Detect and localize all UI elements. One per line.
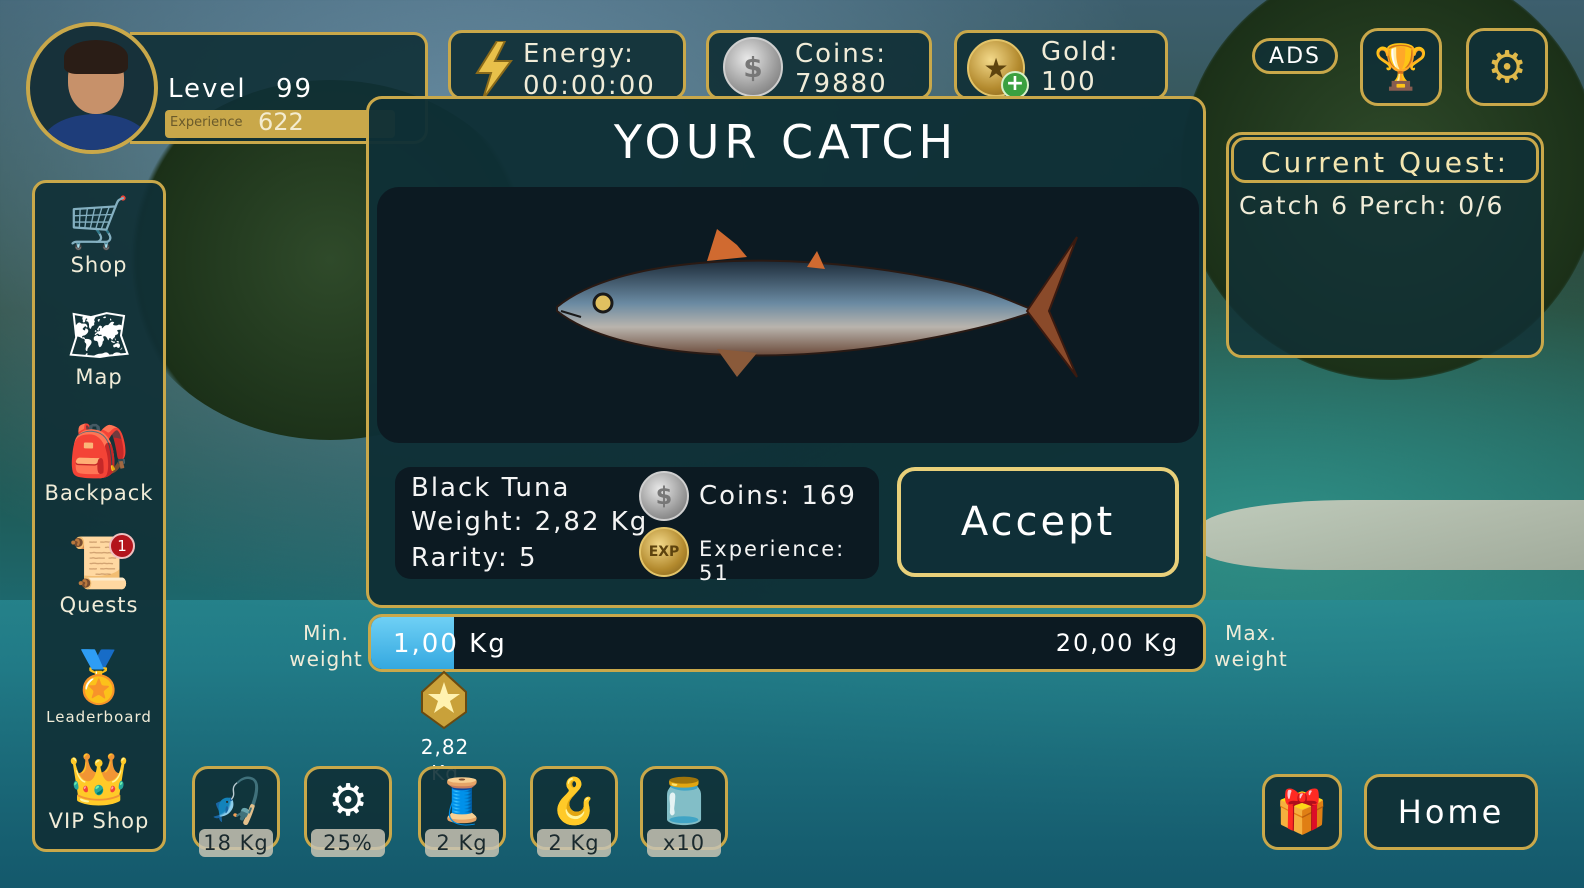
sidebar-item-label: Quests	[59, 593, 139, 617]
level-label: Level	[168, 74, 247, 104]
equipment-slot-line[interactable]: 🧵 2 Kg	[418, 766, 506, 857]
weight-scale-bar: 1,00 Kg 20,00 Kg	[368, 614, 1206, 672]
modal-title: YOUR CATCH	[613, 115, 959, 169]
trophy-icon: 🏆	[1373, 42, 1429, 93]
bait-jar-icon: 🫙	[656, 776, 712, 827]
rod-icon: 🎣	[208, 776, 264, 827]
max-weight-label: Max. weight	[1208, 620, 1294, 672]
fish-rarity: Rarity: 5	[411, 543, 538, 573]
coins-value: 79880	[795, 69, 888, 99]
equipment-slot-hook[interactable]: 🪝 2 Kg	[530, 766, 618, 857]
level-value: 99	[276, 74, 314, 104]
ads-button[interactable]: ADS	[1252, 38, 1338, 74]
sidebar-item-map[interactable]: 🗺 Map	[35, 305, 163, 389]
coins-reward: Coins: 169	[699, 481, 857, 511]
max-weight-line: Max. weight	[1214, 621, 1288, 671]
trophy-button[interactable]: 🏆	[1360, 28, 1442, 106]
silver-coin-icon: $	[723, 37, 783, 97]
equipment-slot-bait[interactable]: 🫙 x10	[640, 766, 728, 857]
tuna-fish-image	[556, 229, 1078, 378]
catch-weight-marker-icon	[421, 670, 467, 730]
equipment-slot-reel[interactable]: ⚙ 25%	[304, 766, 392, 857]
experience-label: Experience	[170, 115, 243, 130]
min-weight-value: 1,00 Kg	[393, 629, 507, 659]
add-gold-icon[interactable]: +	[1001, 71, 1029, 99]
energy-panel: Energy: 00:00:00	[448, 30, 686, 101]
sidebar-item-label: Backpack	[44, 481, 154, 505]
coins-label: Coins:	[795, 39, 888, 69]
line-spool-icon: 🧵	[434, 776, 490, 827]
sidebar-item-quests[interactable]: 📜 1 Quests	[35, 533, 163, 617]
sidebar-item-label: Leaderboard	[46, 708, 152, 726]
min-weight-label: Min. weight	[286, 620, 366, 672]
quest-title: Current Quest:	[1260, 146, 1510, 179]
sidebar-item-label: Map	[75, 365, 123, 389]
gold-panel: ★ + Gold: 100	[954, 30, 1168, 100]
hook-icon: 🪝	[546, 776, 602, 827]
avatar-hair	[64, 40, 128, 74]
gear-icon: ⚙	[1487, 41, 1527, 93]
lightning-icon	[475, 41, 513, 99]
podium-icon: 🏅	[67, 648, 131, 706]
catch-info-box: Black Tuna Weight: 2,82 Kg Rarity: 5 $ C…	[395, 467, 879, 585]
current-quest-panel: Current Quest: Catch 6 Perch: 0/6	[1226, 132, 1544, 358]
slot-label: 18 Kg	[199, 829, 273, 857]
backpack-icon: 🎒	[67, 422, 131, 480]
fish-image-area	[377, 187, 1199, 443]
max-weight-value: 20,00 Kg	[1055, 629, 1179, 657]
slot-label: x10	[647, 829, 721, 857]
settings-button[interactable]: ⚙	[1466, 28, 1548, 106]
sidebar-item-backpack[interactable]: 🎒 Backpack	[35, 421, 163, 505]
background-beach	[1200, 500, 1584, 570]
fish-name: Black Tuna	[411, 473, 571, 503]
catch-modal: YOUR CATCH Black Tuna Weight: 2,82 Kg Ra…	[366, 96, 1206, 608]
map-icon: 🗺	[67, 306, 131, 364]
quest-text: Catch 6 Perch: 0/6	[1239, 191, 1505, 220]
reel-icon: ⚙	[328, 775, 368, 826]
equipment-slot-rod[interactable]: 🎣 18 Kg	[192, 766, 280, 857]
silver-coin-icon: $	[639, 471, 689, 521]
sidebar-item-vip-shop[interactable]: 👑 VIP Shop	[35, 749, 163, 833]
fish-weight: Weight: 2,82 Kg	[411, 507, 649, 537]
home-button[interactable]: Home	[1364, 774, 1538, 850]
slot-label: 25%	[311, 829, 385, 857]
sidebar-item-label: Shop	[70, 253, 128, 277]
gift-icon: 🎁	[1275, 787, 1329, 836]
sidebar-item-label: VIP Shop	[48, 809, 150, 833]
avatar-body	[42, 114, 150, 150]
sidebar-item-leaderboard[interactable]: 🏅 Leaderboard	[35, 647, 163, 726]
experience-value: 622	[258, 108, 304, 136]
accept-button[interactable]: Accept	[897, 467, 1179, 577]
sidebar: 🛒 Shop 🗺 Map 🎒 Backpack 📜 1 Quests 🏅 Lea…	[32, 180, 166, 852]
gold-label: Gold:	[1041, 37, 1120, 67]
slot-label: 2 Kg	[537, 829, 611, 857]
min-weight-line1: Min. weight	[289, 621, 363, 671]
coins-panel: $ Coins: 79880	[706, 30, 932, 100]
exp-icon: EXP	[639, 527, 689, 577]
crown-icon: 👑	[67, 750, 131, 808]
gold-value: 100	[1041, 67, 1097, 97]
scroll-icon: 📜	[67, 534, 131, 592]
slot-label: 2 Kg	[425, 829, 499, 857]
energy-label: Energy:	[523, 39, 635, 69]
experience-reward: Experience: 51	[699, 537, 846, 585]
avatar[interactable]	[26, 22, 158, 154]
quest-title-box: Current Quest:	[1231, 137, 1539, 183]
cart-icon: 🛒	[67, 194, 131, 252]
gift-button[interactable]: 🎁	[1262, 774, 1342, 850]
quest-count-badge: 1	[109, 533, 135, 559]
sidebar-item-shop[interactable]: 🛒 Shop	[35, 193, 163, 277]
